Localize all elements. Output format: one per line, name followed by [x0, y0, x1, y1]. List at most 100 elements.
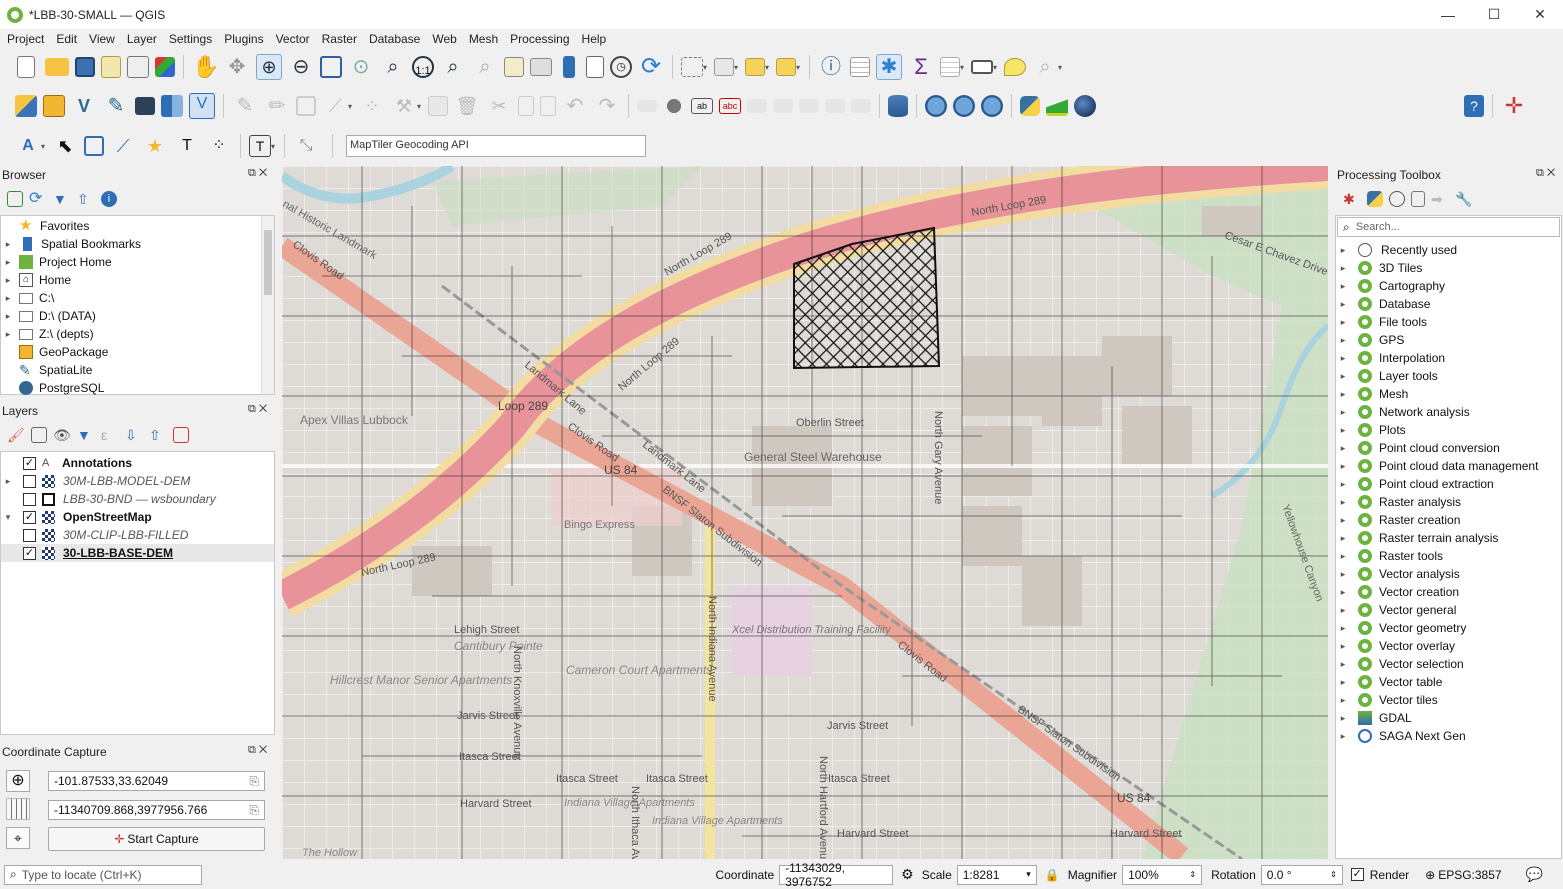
menu-project[interactable]: Project — [0, 32, 49, 46]
properties-icon[interactable]: i — [101, 191, 117, 207]
geographic-coords-field[interactable]: -101.87533,33.62049 ⎘ — [48, 771, 265, 791]
show-hide-labels-icon[interactable] — [773, 99, 793, 113]
open-attribute-table-icon[interactable] — [850, 57, 870, 77]
toolbox-group[interactable]: ▸ Vector tiles — [1336, 691, 1561, 709]
layer-30m-clip-lbb-filled[interactable]: 30M-CLIP-LBB-FILLED — [1, 526, 274, 544]
remove-layer-icon[interactable] — [173, 427, 189, 443]
layer-styling-icon[interactable]: 🖌 — [7, 426, 25, 444]
layer-checkbox[interactable]: ✓ — [23, 546, 36, 560]
measure-line-icon[interactable] — [971, 60, 993, 74]
browser-item-geopackage[interactable]: GeoPackage — [1, 343, 274, 361]
delete-selected-icon[interactable]: 🗑 — [454, 93, 480, 119]
profile-tool-icon[interactable] — [1046, 96, 1068, 116]
toolbox-group[interactable]: ▸ Interpolation — [1336, 349, 1561, 367]
toolbox-group[interactable]: ▸ SAGA Next Gen — [1336, 727, 1561, 745]
new-spatialite-layer-icon[interactable]: ✎ — [103, 93, 129, 119]
track-mouse-icon[interactable]: ⌖ — [6, 827, 30, 849]
magnifier-spinbox[interactable]: 100% ⇕ — [1122, 864, 1203, 885]
close-button[interactable]: ✕ — [1517, 0, 1563, 29]
browser-panel-buttons[interactable]: ⧉ ✕ — [248, 167, 267, 180]
toolbox-group[interactable]: ▸ Cartography — [1336, 277, 1561, 295]
menu-view[interactable]: View — [82, 32, 120, 46]
toolbox-panel-buttons[interactable]: ⧉ ✕ — [1536, 167, 1555, 180]
locator-input[interactable]: ⌕ Type to locate (Ctrl+K) — [4, 864, 202, 885]
maximize-button[interactable]: ☐ — [1471, 0, 1517, 29]
results-viewer-icon[interactable] — [1411, 191, 1425, 207]
new-map-view-icon[interactable] — [504, 57, 524, 77]
toolbox-group[interactable]: ▸ Recently used — [1336, 241, 1561, 259]
pan-to-selection-icon[interactable]: ✥ — [224, 54, 250, 80]
toolbox-options-icon[interactable]: 🔧 — [1455, 190, 1473, 208]
zoom-out-icon[interactable]: ⊖ — [288, 54, 314, 80]
crs-selector-icon[interactable]: ⊕ — [6, 770, 30, 792]
zoom-to-selection-icon[interactable]: ⊙ — [348, 54, 374, 80]
models-icon[interactable]: ✱ — [1343, 190, 1361, 208]
refresh-browser-icon[interactable]: ⟳ — [29, 190, 47, 208]
browser-item-d-drive[interactable]: ▸ D:\ (DATA) — [1, 307, 274, 325]
menu-help[interactable]: Help — [575, 32, 612, 46]
layer-checkbox[interactable]: ✓ — [23, 456, 36, 470]
modify-attributes-icon[interactable] — [428, 96, 448, 116]
attribute-table-icon[interactable] — [940, 57, 960, 77]
new-shapefile-layer-icon[interactable]: V — [71, 93, 97, 119]
wfs-layer-icon[interactable] — [953, 95, 975, 117]
toolbox-group[interactable]: ▸ Vector analysis — [1336, 565, 1561, 583]
render-checkbox[interactable]: ✓ — [1350, 868, 1364, 881]
crs-icon[interactable]: ⊕ — [1425, 868, 1435, 882]
vertex-tool-icon[interactable]: ⚒ — [391, 93, 417, 119]
show-bookmarks-icon[interactable] — [586, 56, 604, 78]
deselect-icon[interactable] — [745, 58, 765, 76]
coordinate-capture-panel-buttons[interactable]: ⧉ ✕ — [248, 744, 267, 757]
browser-item-project-home[interactable]: ▸ Project Home — [1, 253, 274, 271]
menu-plugins[interactable]: Plugins — [217, 32, 268, 46]
filter-browser-icon[interactable]: ▼ — [53, 190, 71, 208]
copy-features-icon[interactable] — [518, 96, 534, 116]
db-manager-icon[interactable] — [888, 95, 908, 117]
toolbox-group[interactable]: ▸ Database — [1336, 295, 1561, 313]
move-label-icon[interactable] — [799, 99, 819, 113]
map-canvas[interactable]: North Loop 289 North Loop 289 North Loop… — [282, 166, 1328, 859]
text-annotation-icon[interactable]: A — [15, 133, 41, 159]
cut-features-icon[interactable]: ✂ — [486, 93, 512, 119]
menu-raster[interactable]: Raster — [315, 32, 362, 46]
layer-checkbox[interactable] — [23, 474, 36, 488]
select-by-value-icon[interactable] — [714, 58, 734, 76]
save-edits-icon[interactable] — [296, 96, 316, 116]
zoom-native-icon[interactable]: 1:1 — [412, 56, 434, 78]
open-project-icon[interactable] — [45, 58, 69, 76]
edit-features-in-place-icon[interactable]: ➡ — [1431, 190, 1449, 208]
select-location-icon[interactable] — [776, 58, 796, 76]
measure-tool-icon[interactable]: ⤡ — [293, 133, 319, 159]
point-text-annotation-icon[interactable]: T — [174, 133, 200, 159]
lock-scale-icon[interactable]: 🔒 — [1045, 868, 1060, 882]
zoom-next-icon[interactable]: ⌕ — [472, 54, 498, 80]
menu-processing[interactable]: Processing — [503, 32, 574, 46]
browser-item-c-drive[interactable]: ▸ C:\ — [1, 289, 274, 307]
menu-web[interactable]: Web — [425, 32, 461, 46]
marker-annotation-icon[interactable]: ★ — [142, 133, 168, 159]
browser-scrollbar[interactable] — [261, 216, 274, 394]
layer-checkbox[interactable]: ✓ — [23, 510, 36, 524]
filter-legend-icon[interactable]: ▼ — [77, 426, 95, 444]
collapse-all-icon[interactable]: ⇧ — [77, 190, 95, 208]
toolbox-group[interactable]: ▸ Layer tools — [1336, 367, 1561, 385]
toolbox-search-input[interactable]: ⌕ Search... — [1337, 217, 1560, 237]
new-3d-map-view-icon[interactable] — [530, 58, 552, 76]
add-point-icon[interactable]: ⁘ — [359, 93, 385, 119]
layer-30m-lbb-model-dem[interactable]: ▸ 30M-LBB-MODEL-DEM — [1, 472, 274, 490]
menu-database[interactable]: Database — [362, 32, 425, 46]
toolbox-group[interactable]: ▸ Vector creation — [1336, 583, 1561, 601]
coordinate-capture-crosshair-icon[interactable]: ✛ — [1501, 93, 1527, 119]
redo-icon[interactable]: ↷ — [594, 93, 620, 119]
toolbox-group[interactable]: ▸ Point cloud conversion — [1336, 439, 1561, 457]
pan-map-icon[interactable]: ✋ — [192, 54, 219, 80]
diagram-options-icon[interactable] — [663, 95, 685, 117]
history-icon[interactable] — [1389, 191, 1405, 207]
processing-settings-icon[interactable]: ✱ — [876, 54, 902, 80]
browser-item-spatialite[interactable]: ✎ SpatiaLite — [1, 361, 274, 379]
zoom-full-icon[interactable] — [320, 56, 342, 78]
browser-item-postgresql[interactable]: PostgreSQL — [1, 379, 274, 397]
style-manager-icon[interactable] — [155, 57, 175, 77]
data-source-manager-icon[interactable] — [15, 95, 37, 117]
toolbox-group[interactable]: ▸ GPS — [1336, 331, 1561, 349]
